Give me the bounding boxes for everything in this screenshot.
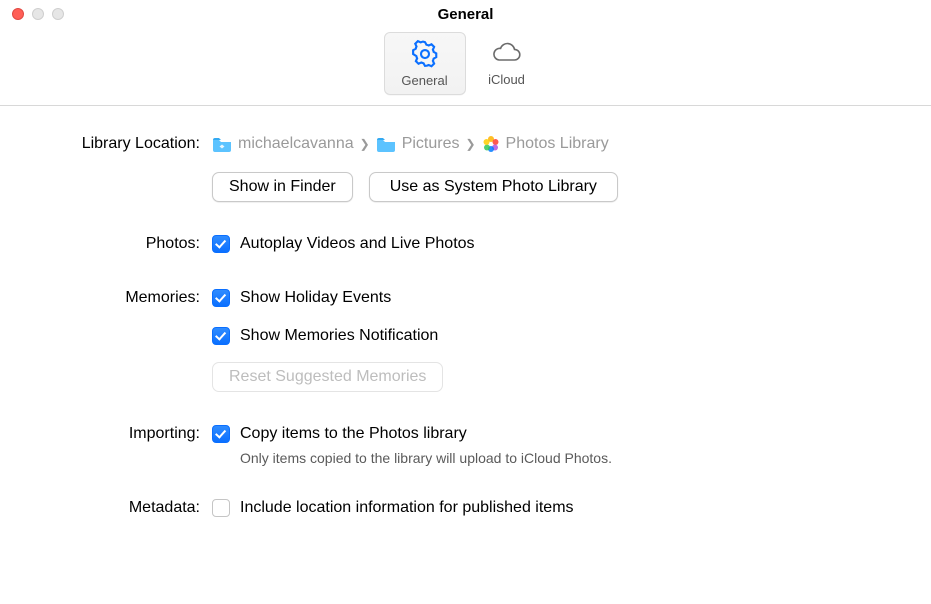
checkbox-label: Show Memories Notification bbox=[240, 324, 438, 348]
tab-general[interactable]: General bbox=[384, 32, 466, 95]
row-photos: Photos: Autoplay Videos and Live Photos bbox=[34, 232, 897, 256]
path-seg-pictures[interactable]: Pictures bbox=[376, 132, 460, 156]
row-library-location: Library Location: michaelcavanna ❯ bbox=[34, 132, 897, 202]
checkbox-autoplay[interactable]: Autoplay Videos and Live Photos bbox=[212, 232, 897, 256]
home-folder-icon bbox=[212, 136, 232, 152]
checkbox-memories-notification[interactable]: Show Memories Notification bbox=[212, 324, 897, 348]
titlebar: General bbox=[0, 0, 931, 28]
chevron-right-icon: ❯ bbox=[465, 132, 475, 156]
path-seg-home[interactable]: michaelcavanna bbox=[212, 132, 354, 156]
label-importing: Importing: bbox=[34, 422, 212, 446]
preferences-window: General General iCloud Library Loc bbox=[0, 0, 931, 604]
minimize-button[interactable] bbox=[32, 8, 44, 20]
photos-app-icon bbox=[482, 135, 500, 153]
library-path[interactable]: michaelcavanna ❯ Pictures ❯ bbox=[212, 132, 897, 156]
tab-icloud[interactable]: iCloud bbox=[466, 32, 548, 93]
path-seg-label: Pictures bbox=[402, 132, 460, 156]
label-library-location: Library Location: bbox=[34, 132, 212, 156]
checkbox-label: Include location information for publish… bbox=[240, 496, 574, 520]
close-button[interactable] bbox=[12, 8, 24, 20]
path-seg-photoslib[interactable]: Photos Library bbox=[482, 132, 609, 156]
tab-label: General bbox=[401, 73, 447, 88]
checkbox-include-location[interactable]: Include location information for publish… bbox=[212, 496, 897, 520]
path-seg-label: Photos Library bbox=[506, 132, 609, 156]
tab-label: iCloud bbox=[488, 72, 525, 87]
row-memories: Memories: Show Holiday Events Show Memor… bbox=[34, 286, 897, 392]
zoom-button[interactable] bbox=[52, 8, 64, 20]
checkbox-icon[interactable] bbox=[212, 327, 230, 345]
folder-icon bbox=[376, 136, 396, 152]
path-seg-label: michaelcavanna bbox=[238, 132, 354, 156]
gear-icon bbox=[410, 39, 440, 69]
checkbox-icon[interactable] bbox=[212, 425, 230, 443]
label-metadata: Metadata: bbox=[34, 496, 212, 520]
row-importing: Importing: Copy items to the Photos libr… bbox=[34, 422, 897, 466]
toolbar: General iCloud bbox=[0, 28, 931, 106]
checkbox-copy-items[interactable]: Copy items to the Photos library bbox=[212, 422, 897, 446]
content-area: Library Location: michaelcavanna ❯ bbox=[0, 106, 931, 528]
chevron-right-icon: ❯ bbox=[360, 132, 370, 156]
use-as-system-library-button[interactable]: Use as System Photo Library bbox=[369, 172, 618, 202]
checkbox-icon[interactable] bbox=[212, 289, 230, 307]
row-metadata: Metadata: Include location information f… bbox=[34, 496, 897, 520]
window-title: General bbox=[10, 6, 921, 23]
reset-suggested-memories-button: Reset Suggested Memories bbox=[212, 362, 443, 392]
checkbox-icon[interactable] bbox=[212, 235, 230, 253]
checkbox-label: Copy items to the Photos library bbox=[240, 422, 467, 446]
window-controls bbox=[12, 8, 64, 20]
checkbox-label: Show Holiday Events bbox=[240, 286, 391, 310]
importing-note: Only items copied to the library will up… bbox=[212, 450, 897, 466]
label-photos: Photos: bbox=[34, 232, 212, 256]
cloud-icon bbox=[489, 38, 525, 68]
show-in-finder-button[interactable]: Show in Finder bbox=[212, 172, 353, 202]
checkbox-label: Autoplay Videos and Live Photos bbox=[240, 232, 475, 256]
checkbox-holiday-events[interactable]: Show Holiday Events bbox=[212, 286, 897, 310]
checkbox-icon[interactable] bbox=[212, 499, 230, 517]
label-memories: Memories: bbox=[34, 286, 212, 310]
